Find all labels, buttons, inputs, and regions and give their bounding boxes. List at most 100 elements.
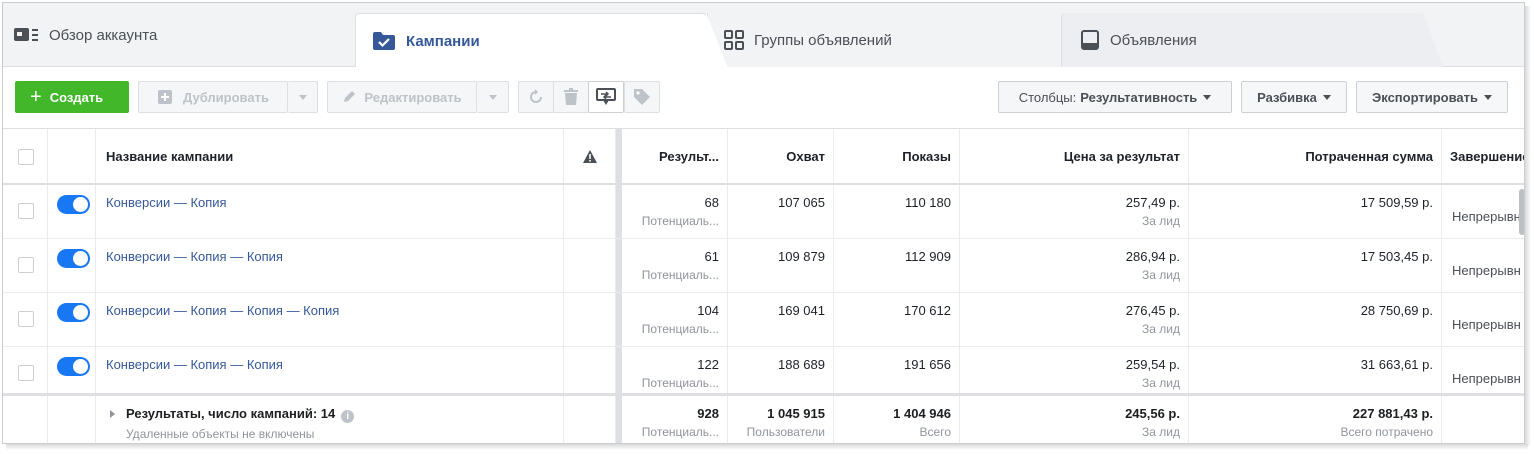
toggle-header-cell: [48, 129, 96, 183]
cost-type: За лид: [1142, 268, 1180, 282]
cost-type: За лид: [1142, 322, 1180, 336]
tag-button[interactable]: [624, 81, 660, 113]
ads-icon: [1080, 30, 1100, 50]
row-select-cell: [3, 185, 48, 238]
header-reach[interactable]: Охват: [728, 129, 834, 183]
vertical-scrollbar[interactable]: [1519, 189, 1524, 235]
header-impressions[interactable]: Показы: [834, 129, 960, 183]
refresh-icon: [530, 89, 542, 103]
delete-button[interactable]: [553, 81, 589, 113]
totals-cost-type: За лид: [1142, 425, 1180, 439]
header-warnings[interactable]: [564, 129, 616, 183]
breakdown-label: Разбивка: [1257, 89, 1317, 105]
duplicate-icon: [157, 89, 173, 105]
folder-check-icon: [372, 31, 396, 51]
duplicate-button[interactable]: Дублировать: [138, 81, 288, 113]
ab-test-icon: [596, 88, 616, 105]
tab-account-overview[interactable]: Обзор аккаунта: [13, 3, 343, 67]
chevron-down-icon: [1322, 94, 1331, 100]
results-type: Потенциаль...: [641, 376, 719, 390]
row-cost-cell: 257,49 р. За лид: [960, 185, 1189, 238]
chevron-down-icon: [1484, 94, 1493, 100]
chevron-down-icon: [488, 94, 497, 100]
row-results-cell: 68 Потенциаль...: [622, 185, 728, 238]
export-label: Экспортировать: [1371, 89, 1479, 105]
row-ends-cell: Непрерывн: [1452, 263, 1521, 278]
campaign-name-link[interactable]: Конверсии — Копия — Копия — Копия: [106, 303, 339, 318]
row-cost-cell: 286,94 р. За лид: [960, 239, 1189, 292]
table-row[interactable]: Конверсии — Копия 68 Потенциаль... 107 06…: [3, 185, 1524, 239]
ab-test-button[interactable]: [588, 81, 624, 113]
duplicate-label: Дублировать: [183, 89, 269, 105]
info-icon[interactable]: i: [341, 410, 355, 423]
row-warning-cell: [564, 293, 616, 346]
row-toggle-cell: [48, 185, 96, 238]
cost-type: За лид: [1142, 214, 1180, 228]
table-row[interactable]: Конверсии — Копия — Копия 61 Потенциаль..…: [3, 239, 1524, 293]
campaign-status-toggle[interactable]: [57, 195, 90, 214]
totals-spent-value: 227 881,43 р.: [1352, 406, 1433, 421]
create-button[interactable]: + Создать: [15, 81, 129, 113]
row-checkbox[interactable]: [18, 257, 34, 273]
row-warning-cell: [564, 185, 616, 238]
header-ends[interactable]: Завершение: [1442, 129, 1524, 183]
expand-arrow-icon[interactable]: [110, 410, 115, 418]
tab-bar: Обзор аккаунта Группы объявлений Объявле…: [3, 3, 1524, 68]
refresh-button[interactable]: [518, 81, 554, 113]
breakdown-dropdown[interactable]: Разбивка: [1241, 81, 1347, 113]
select-all-cell: [3, 129, 48, 183]
toolbar: + Создать Дублировать Редактировать Стол…: [3, 67, 1524, 129]
row-checkbox[interactable]: [18, 311, 34, 327]
header-amount-spent[interactable]: Потраченная сумма: [1189, 129, 1442, 183]
select-all-checkbox[interactable]: [18, 149, 34, 165]
results-value: 61: [704, 249, 719, 264]
campaign-status-toggle[interactable]: [57, 249, 90, 268]
columns-value: Результативность: [1080, 89, 1198, 105]
cost-type: За лид: [1142, 376, 1180, 390]
header-cost-per-result[interactable]: Цена за результат: [960, 129, 1189, 183]
row-reach-cell: 109 879: [728, 239, 834, 292]
export-dropdown[interactable]: Экспортировать: [1356, 81, 1508, 113]
ads-manager-panel: Обзор аккаунта Группы объявлений Объявле…: [2, 2, 1525, 444]
edit-button[interactable]: Редактировать: [327, 81, 477, 113]
cost-value: 259,54 р.: [1125, 357, 1180, 372]
results-type: Потенциаль...: [641, 322, 719, 336]
campaign-name-link[interactable]: Конверсии — Копия: [106, 195, 227, 210]
table-row[interactable]: Конверсии — Копия — Копия — Копия 104 Пот…: [3, 293, 1524, 347]
totals-impressions-value: 1 404 946: [893, 406, 951, 421]
results-value: 122: [697, 357, 719, 372]
row-checkbox[interactable]: [18, 365, 34, 381]
row-impressions-cell: 112 909: [834, 239, 960, 292]
cost-value: 286,94 р.: [1125, 249, 1180, 264]
trash-icon: [564, 88, 578, 105]
row-cost-cell: 276,45 р. За лид: [960, 293, 1189, 346]
tab-ads[interactable]: Объявления: [1061, 13, 1443, 67]
header-campaign-name[interactable]: Название кампании: [96, 129, 564, 183]
tab-ad-sets[interactable]: Группы объявлений: [707, 13, 1062, 67]
campaign-status-toggle[interactable]: [57, 357, 90, 376]
totals-reach-cell: 1 045 915 Пользователи: [728, 396, 834, 443]
tab-campaigns[interactable]: Кампании: [355, 13, 728, 68]
columns-dropdown[interactable]: Столбцы: Результативность: [998, 81, 1232, 113]
row-spent-cell: 17 503,45 р.: [1189, 239, 1442, 292]
cost-value: 257,49 р.: [1125, 195, 1180, 210]
totals-empty-cell: [1442, 396, 1524, 443]
edit-dropdown-button[interactable]: [477, 81, 509, 113]
row-ends-cell: Непрерывн: [1452, 209, 1521, 224]
duplicate-dropdown-button[interactable]: [288, 81, 318, 113]
campaign-name-link[interactable]: Конверсии — Копия — Копия: [106, 249, 283, 264]
edit-label: Редактировать: [364, 89, 462, 105]
totals-results-type: Потенциаль...: [641, 425, 719, 439]
row-checkbox[interactable]: [18, 203, 34, 219]
totals-reach-value: 1 045 915: [767, 406, 825, 421]
header-results[interactable]: Результ...: [622, 129, 728, 183]
account-overview-icon: [13, 27, 39, 43]
totals-cost-value: 245,56 р.: [1125, 406, 1180, 421]
campaign-status-toggle[interactable]: [57, 303, 90, 322]
row-ends-cell: Непрерывн: [1452, 317, 1521, 332]
row-name-cell: Конверсии — Копия — Копия — Копия: [96, 293, 564, 346]
campaign-name-link[interactable]: Конверсии — Копия — Копия: [106, 357, 283, 372]
tab-label: Обзор аккаунта: [49, 26, 158, 44]
row-reach-cell: 169 041: [728, 293, 834, 346]
plus-icon: +: [30, 86, 42, 108]
